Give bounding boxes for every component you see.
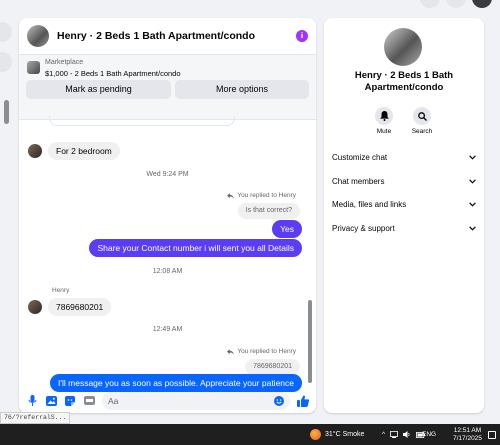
notifications-button[interactable] <box>446 0 466 8</box>
message-list: For 2 bedroom Wed 9:24 PM You replied to… <box>19 116 316 392</box>
info-icon[interactable]: i <box>296 30 308 42</box>
message-input[interactable]: Aa <box>102 391 290 410</box>
listing-title[interactable]: $1,000 - 2 Beds 1 Bath Apartment/condo <box>45 69 181 78</box>
gif-icon[interactable] <box>83 395 95 407</box>
speaker-icon[interactable] <box>403 431 411 438</box>
quoted-message[interactable]: 7869680201 <box>245 359 300 375</box>
listing-thumbnail[interactable] <box>27 61 40 74</box>
screen-icon[interactable] <box>390 431 398 438</box>
reply-indicator: You replied to Henry <box>227 192 296 199</box>
reply-icon <box>227 192 235 199</box>
chat-window: Henry · 2 Beds 1 Bath Apartment/condo i … <box>19 18 316 413</box>
incoming-message[interactable]: For 2 bedroom <box>48 142 120 160</box>
scrollbar[interactable] <box>4 100 9 124</box>
mark-as-pending-button[interactable]: Mark as pending <box>26 80 171 99</box>
chat-info-panel: Henry · 2 Beds 1 Bath Apartment/condo Mu… <box>324 18 484 413</box>
status-bar-url: 76/?referralS... <box>0 412 71 424</box>
image-icon[interactable] <box>45 395 57 407</box>
menu-button[interactable] <box>420 0 440 8</box>
search-action[interactable]: Search <box>407 107 437 135</box>
sender-name: Henry <box>52 287 70 294</box>
top-right-buttons <box>420 0 492 8</box>
clock[interactable]: 12:51 AM 7/17/2025 <box>453 427 482 443</box>
mic-icon[interactable] <box>26 395 38 407</box>
reply-icon <box>227 348 235 355</box>
menu-item-label: Chat members <box>332 176 385 186</box>
menu-privacy-support[interactable]: Privacy & support <box>332 217 476 241</box>
menu-item-label: Customize chat <box>332 153 388 163</box>
left-chat-list-strip <box>0 0 14 424</box>
menu-customize-chat[interactable]: Customize chat <box>332 146 476 170</box>
composer: Aa <box>19 388 316 413</box>
mute-label: Mute <box>376 128 392 135</box>
clock-date: 7/17/2025 <box>453 434 482 442</box>
timestamp: 12:08 AM <box>152 268 183 275</box>
chevron-up-icon[interactable]: ^ <box>382 431 385 438</box>
chat-avatar[interactable] <box>27 25 49 47</box>
reply-indicator: You replied to Henry <box>227 348 296 355</box>
system-tray: ^ <box>382 431 426 438</box>
marketplace-banner: Marketplace $1,000 - 2 Beds 1 Bath Apart… <box>19 55 316 120</box>
message-input-placeholder: Aa <box>108 395 119 406</box>
notifications-icon[interactable] <box>488 430 496 439</box>
menu-item-label: Media, files and links <box>332 200 407 210</box>
reply-label: You replied to Henry <box>237 192 296 199</box>
menu-chat-members[interactable]: Chat members <box>332 170 476 194</box>
previous-message-bubble <box>49 116 235 126</box>
chat-title[interactable]: Henry · 2 Beds 1 Bath Apartment/condo <box>57 30 296 42</box>
bell-icon[interactable] <box>375 107 393 125</box>
sticker-icon[interactable] <box>64 395 76 407</box>
chevron-down-icon <box>469 202 476 207</box>
weather-text: 31°C Smoke <box>325 431 365 438</box>
incoming-message[interactable]: 7869680201 <box>48 298 112 316</box>
chevron-down-icon <box>469 155 476 160</box>
timestamp: Wed 9:24 PM <box>146 171 189 178</box>
thumbs-up-icon[interactable] <box>297 394 309 407</box>
more-options-button[interactable]: More options <box>175 80 309 99</box>
profile-picture[interactable] <box>384 28 422 66</box>
timestamp: 12:49 AM <box>152 326 183 333</box>
chat-header: Henry · 2 Beds 1 Bath Apartment/condo i <box>19 18 316 55</box>
chevron-down-icon <box>469 226 476 231</box>
menu-media-files-links[interactable]: Media, files and links <box>332 193 476 217</box>
search-icon[interactable] <box>413 107 431 125</box>
taskbar: 31°C Smoke ^ ENG 12:51 AM 7/17/2025 <box>0 424 500 445</box>
profile-name: Henry · 2 Beds 1 Bath Apartment/condo <box>354 70 454 93</box>
language-indicator[interactable]: ENG <box>422 431 436 438</box>
outgoing-message[interactable]: Share your Contact number i will sent yo… <box>89 239 302 257</box>
chat-info-menu: Customize chat Chat members Media, files… <box>332 146 476 240</box>
chat-head[interactable] <box>0 52 12 72</box>
avatar[interactable] <box>28 144 42 158</box>
emoji-icon[interactable] <box>274 395 284 406</box>
avatar[interactable] <box>28 300 42 314</box>
weather-widget[interactable]: 31°C Smoke <box>310 429 364 440</box>
search-label: Search <box>411 128 433 135</box>
weather-icon <box>310 429 321 440</box>
quoted-message[interactable]: Is that correct? <box>237 203 300 219</box>
reply-label: You replied to Henry <box>237 348 296 355</box>
outgoing-message[interactable]: Yes <box>272 220 302 238</box>
chat-head[interactable] <box>0 22 12 42</box>
messages-scrollbar[interactable] <box>308 300 312 383</box>
chevron-down-icon <box>469 179 476 184</box>
marketplace-label: Marketplace <box>45 59 84 66</box>
menu-item-label: Privacy & support <box>332 223 395 233</box>
clock-time: 12:51 AM <box>453 426 482 434</box>
mute-action[interactable]: Mute <box>369 107 399 135</box>
profile-avatar[interactable] <box>472 0 492 8</box>
